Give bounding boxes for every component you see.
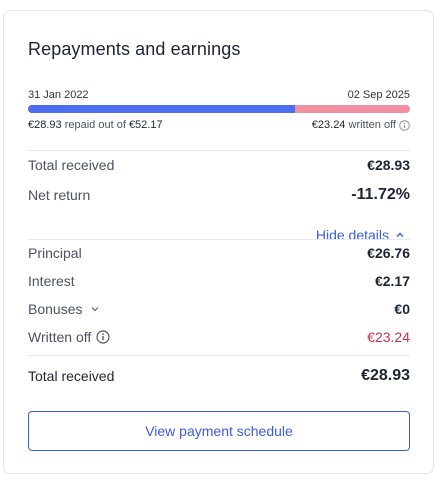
hide-details-toggle[interactable]: Hide details [316,225,405,245]
total-amount: €52.17 [128,119,163,131]
repaid-fill [28,105,296,113]
progress-meta: €28.93 repaid out of €52.17 €23.24 writt… [28,119,410,133]
total-received-value: €28.93 [367,157,410,173]
interest-label: Interest [28,273,75,289]
total-received-label: Total received [28,157,115,173]
chevron-down-icon [92,307,99,312]
repaid-text: repaid out of [64,119,126,131]
footer-total-row: Total received €28.93 [28,366,410,386]
info-icon[interactable] [399,119,410,131]
hide-details-label: Hide details [315,227,389,243]
net-return-value: -11.72% [351,186,410,203]
principal-value: €26.76 [367,245,410,261]
written-off-summary: €23.24 written off [312,119,410,131]
net-return-row: Net return -11.72% [28,185,410,205]
net-return-label: Net return [28,187,91,203]
total-received-row: Total received €28.93 [28,155,410,175]
footer-total-value: €28.93 [361,367,410,384]
interest-row: Interest €2.17 [28,271,410,291]
repayment-progress-bar [28,105,410,113]
written-off-value: €23.24 [367,329,410,345]
written-off-label: Written off [28,329,92,345]
end-date: 02 Sep 2025 [347,89,410,101]
view-payment-schedule-button[interactable]: View payment schedule [28,411,410,451]
repaid-summary: €28.93 repaid out of €52.17 [28,119,163,131]
bonuses-toggle[interactable]: Bonuses [28,301,100,317]
timeline-dates: 31 Jan 2022 02 Sep 2025 [28,89,410,103]
repayments-card: Repayments and earnings 31 Jan 2022 02 S… [3,10,434,474]
info-icon[interactable] [96,330,110,344]
card-title: Repayments and earnings [28,39,241,59]
principal-label: Principal [28,245,82,261]
footer-total-label: Total received [28,368,115,384]
written-off-amount: €23.24 [311,119,346,131]
divider [28,150,410,151]
bonuses-label: Bonuses [28,301,83,317]
divider [28,239,410,240]
written-off-row: Written off €23.24 [28,327,410,347]
bonuses-value: €0 [394,301,410,317]
written-off-text: written off [348,119,397,131]
divider [28,355,410,356]
principal-row: Principal €26.76 [28,243,410,263]
bonuses-row: Bonuses €0 [28,299,410,319]
interest-value: €2.17 [374,273,410,289]
start-date: 31 Jan 2022 [28,89,89,101]
repaid-amount: €28.93 [28,119,62,131]
